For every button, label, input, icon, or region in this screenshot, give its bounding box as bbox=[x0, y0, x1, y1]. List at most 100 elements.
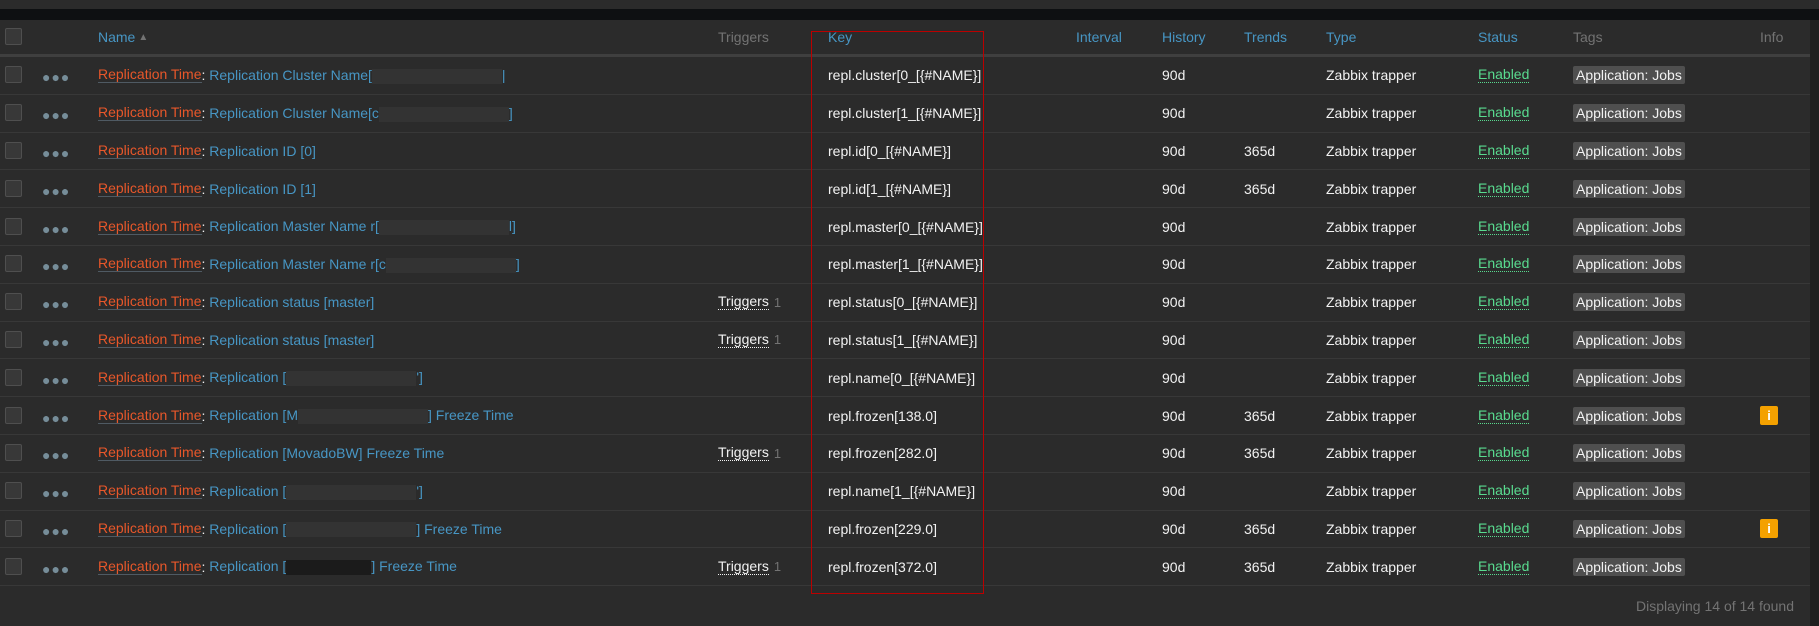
status-toggle[interactable]: Enabled bbox=[1478, 369, 1530, 386]
tag-badge[interactable]: Application: Jobs bbox=[1573, 66, 1685, 85]
row-checkbox[interactable] bbox=[5, 519, 22, 537]
more-actions-icon[interactable]: ●●● bbox=[42, 133, 70, 170]
status-toggle[interactable]: Enabled bbox=[1478, 407, 1530, 424]
more-actions-icon[interactable]: ●●● bbox=[42, 473, 70, 510]
tag-badge[interactable]: Application: Jobs bbox=[1573, 255, 1685, 274]
template-link[interactable]: Replication Time bbox=[98, 483, 202, 500]
column-header-history[interactable]: History bbox=[1162, 20, 1206, 54]
more-actions-icon[interactable]: ●●● bbox=[42, 208, 70, 245]
status-toggle[interactable]: Enabled bbox=[1478, 256, 1530, 273]
tag-badge[interactable]: Application: Jobs bbox=[1573, 368, 1685, 387]
status-toggle[interactable]: Enabled bbox=[1478, 180, 1530, 197]
status-toggle[interactable]: Enabled bbox=[1478, 520, 1530, 537]
row-checkbox[interactable] bbox=[5, 482, 22, 500]
row-checkbox[interactable] bbox=[5, 368, 22, 386]
column-header-status[interactable]: Status bbox=[1478, 20, 1518, 54]
item-name-link[interactable]: Replication [MovadoBW] Freeze Time bbox=[209, 445, 444, 461]
item-name-link[interactable]: Replication ID [1] bbox=[209, 181, 316, 197]
template-link[interactable]: Replication Time bbox=[98, 294, 202, 311]
more-actions-icon[interactable]: ●●● bbox=[42, 170, 70, 207]
triggers-link[interactable]: Triggers bbox=[718, 558, 769, 575]
column-header-trends[interactable]: Trends bbox=[1244, 20, 1287, 54]
template-link[interactable]: Replication Time bbox=[98, 67, 202, 84]
item-name-link[interactable]: Replication ['] bbox=[209, 369, 423, 387]
item-name-link[interactable]: Replication Cluster Name[c] bbox=[209, 105, 513, 122]
template-link[interactable]: Replication Time bbox=[98, 218, 202, 235]
tag-badge[interactable]: Application: Jobs bbox=[1573, 444, 1685, 463]
triggers-link[interactable]: Triggers bbox=[718, 331, 769, 348]
more-actions-icon[interactable]: ●●● bbox=[42, 359, 70, 396]
select-all-checkbox[interactable] bbox=[5, 28, 22, 45]
template-link[interactable]: Replication Time bbox=[98, 445, 202, 462]
info-icon[interactable]: i bbox=[1760, 519, 1778, 539]
more-actions-icon[interactable]: ●●● bbox=[42, 57, 70, 94]
more-actions-icon[interactable]: ●●● bbox=[42, 397, 70, 434]
row-checkbox[interactable] bbox=[5, 444, 22, 462]
item-name-link[interactable]: Replication status [master] bbox=[209, 332, 374, 348]
row-checkbox[interactable] bbox=[5, 255, 22, 273]
status-toggle[interactable]: Enabled bbox=[1478, 483, 1530, 500]
column-header-key[interactable]: Key bbox=[828, 20, 852, 54]
more-actions-icon[interactable]: ●●● bbox=[42, 246, 70, 283]
template-link[interactable]: Replication Time bbox=[98, 142, 202, 159]
tag-badge[interactable]: Application: Jobs bbox=[1573, 406, 1685, 425]
item-name-link[interactable]: Replication status [master] bbox=[209, 294, 374, 310]
more-actions-icon[interactable]: ●●● bbox=[42, 322, 70, 359]
column-header-name[interactable]: Name ▲ bbox=[98, 20, 148, 54]
more-actions-icon[interactable]: ●●● bbox=[42, 435, 70, 472]
row-checkbox[interactable] bbox=[5, 104, 22, 122]
status-toggle[interactable]: Enabled bbox=[1478, 558, 1530, 575]
template-link[interactable]: Replication Time bbox=[98, 558, 202, 575]
item-name-link[interactable]: Replication [] Freeze Time bbox=[209, 521, 502, 538]
item-name-link[interactable]: Replication Cluster Name[| bbox=[209, 67, 506, 84]
template-link[interactable]: Replication Time bbox=[98, 407, 202, 424]
info-icon[interactable]: i bbox=[1760, 406, 1778, 426]
row-checkbox[interactable] bbox=[5, 179, 22, 197]
name-separator: : bbox=[201, 483, 210, 500]
template-link[interactable]: Replication Time bbox=[98, 520, 202, 537]
item-name-link[interactable]: Replication Master Name r[c] bbox=[209, 256, 520, 273]
item-name-link[interactable]: Replication ID [0] bbox=[209, 143, 316, 159]
tag-badge[interactable]: Application: Jobs bbox=[1573, 557, 1685, 576]
status-toggle[interactable]: Enabled bbox=[1478, 331, 1530, 348]
column-header-type[interactable]: Type bbox=[1326, 20, 1356, 54]
status-toggle[interactable]: Enabled bbox=[1478, 445, 1530, 462]
row-checkbox[interactable] bbox=[5, 557, 22, 575]
template-link[interactable]: Replication Time bbox=[98, 105, 202, 122]
more-actions-icon[interactable]: ●●● bbox=[42, 284, 70, 321]
tag-badge[interactable]: Application: Jobs bbox=[1573, 330, 1685, 349]
more-actions-icon[interactable]: ●●● bbox=[42, 511, 70, 548]
row-checkbox[interactable] bbox=[5, 406, 22, 424]
item-name-link[interactable]: Replication ['] bbox=[209, 483, 423, 500]
row-checkbox[interactable] bbox=[5, 66, 22, 84]
triggers-link[interactable]: Triggers bbox=[718, 294, 769, 311]
tag-badge[interactable]: Application: Jobs bbox=[1573, 482, 1685, 501]
item-name-link[interactable]: Replication Master Name r[l] bbox=[209, 218, 516, 235]
scrollbar[interactable] bbox=[1810, 20, 1819, 626]
tag-badge[interactable]: Application: Jobs bbox=[1573, 179, 1685, 198]
tag-badge[interactable]: Application: Jobs bbox=[1573, 217, 1685, 236]
item-name-link[interactable]: Replication [M] Freeze Time bbox=[209, 407, 514, 424]
status-toggle[interactable]: Enabled bbox=[1478, 294, 1530, 311]
template-link[interactable]: Replication Time bbox=[98, 331, 202, 348]
tag-badge[interactable]: Application: Jobs bbox=[1573, 104, 1685, 123]
row-checkbox[interactable] bbox=[5, 293, 22, 311]
column-header-interval[interactable]: Interval bbox=[1076, 20, 1122, 54]
tag-badge[interactable]: Application: Jobs bbox=[1573, 141, 1685, 160]
row-checkbox[interactable] bbox=[5, 330, 22, 348]
status-toggle[interactable]: Enabled bbox=[1478, 67, 1530, 84]
status-toggle[interactable]: Enabled bbox=[1478, 142, 1530, 159]
tag-badge[interactable]: Application: Jobs bbox=[1573, 519, 1685, 538]
template-link[interactable]: Replication Time bbox=[98, 369, 202, 386]
tag-badge[interactable]: Application: Jobs bbox=[1573, 293, 1685, 312]
template-link[interactable]: Replication Time bbox=[98, 180, 202, 197]
more-actions-icon[interactable]: ●●● bbox=[42, 95, 70, 132]
triggers-link[interactable]: Triggers bbox=[718, 445, 769, 462]
item-name-link[interactable]: Replication [] Freeze Time bbox=[209, 558, 457, 576]
row-checkbox[interactable] bbox=[5, 217, 22, 235]
status-toggle[interactable]: Enabled bbox=[1478, 105, 1530, 122]
row-checkbox[interactable] bbox=[5, 141, 22, 159]
more-actions-icon[interactable]: ●●● bbox=[42, 548, 70, 585]
status-toggle[interactable]: Enabled bbox=[1478, 218, 1530, 235]
template-link[interactable]: Replication Time bbox=[98, 256, 202, 273]
